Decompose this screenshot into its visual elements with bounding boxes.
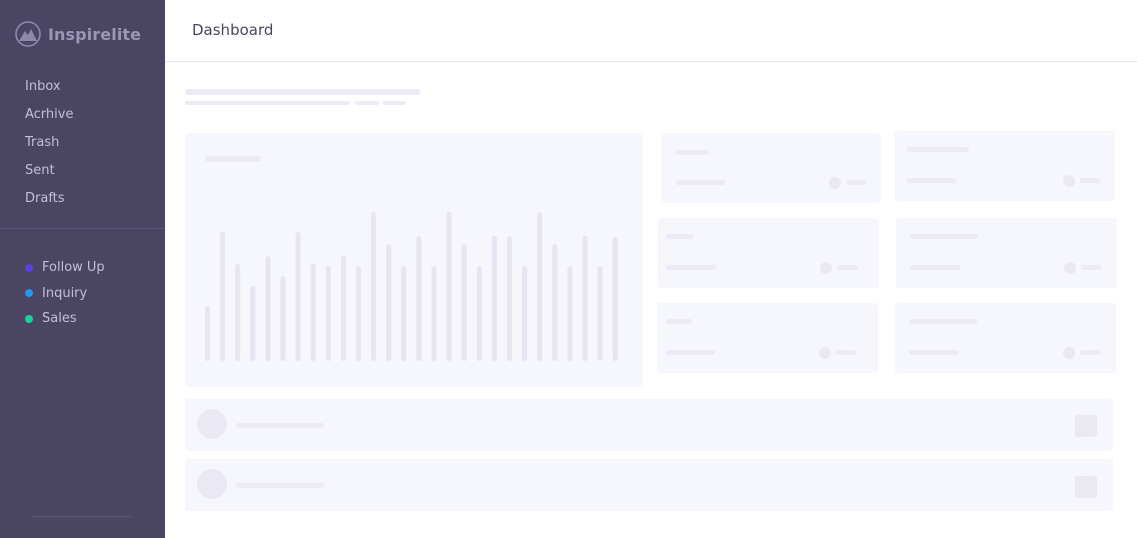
stat-placeholder-card (896, 218, 1117, 288)
label-follow-up[interactable]: Follow Up (25, 255, 105, 281)
skeleton-bar (431, 266, 437, 361)
skeleton-line (666, 265, 716, 270)
skeleton-line (676, 180, 725, 185)
skeleton-dot (1063, 175, 1075, 187)
skeleton-subtitle (185, 101, 350, 105)
skeleton-bar (401, 266, 407, 361)
skeleton-dot (1064, 262, 1076, 274)
label-inquiry[interactable]: Inquiry (25, 281, 105, 307)
skeleton-line (910, 265, 960, 270)
stat-placeholder-card (661, 133, 881, 203)
skeleton-line (1081, 265, 1101, 270)
stat-placeholder-card (658, 218, 879, 288)
chart-placeholder-card (185, 133, 643, 387)
sidebar-item-trash[interactable]: Trash (25, 133, 73, 161)
sidebar-item-archive[interactable]: Acrhive (25, 105, 73, 133)
label-dot-icon (25, 314, 33, 323)
skeleton-line (909, 319, 977, 324)
app: Inspirelite Inbox Acrhive Trash Sent Dra… (0, 0, 1137, 538)
skeleton-bar (295, 232, 301, 361)
skeleton-line (907, 178, 956, 183)
skeleton-bar (325, 266, 331, 361)
skeleton-bar (597, 266, 603, 361)
header: Dashboard (165, 0, 1137, 62)
label-sales[interactable]: Sales (25, 306, 105, 332)
skeleton-bar (235, 264, 241, 361)
skeleton-line (846, 180, 866, 185)
mountain-logo-icon (15, 21, 41, 47)
skeleton-bar (340, 256, 346, 361)
skeleton-bar (612, 237, 618, 361)
skeleton-bars (205, 212, 618, 361)
skeleton-line (236, 483, 324, 488)
skeleton-bar (537, 212, 543, 361)
skeleton-bar (310, 264, 316, 361)
skeleton-bar (220, 232, 226, 361)
sidebar-item-sent[interactable]: Sent (25, 161, 73, 189)
skeleton-dot (820, 262, 832, 274)
sidebar: Inspirelite Inbox Acrhive Trash Sent Dra… (0, 0, 165, 538)
stat-placeholder-card (657, 303, 878, 373)
sidebar-item-inbox[interactable]: Inbox (25, 77, 73, 105)
skeleton-bar (582, 236, 588, 361)
skeleton-bar (522, 266, 528, 361)
skeleton-line (236, 423, 324, 428)
sidebar-footer-line (31, 516, 131, 517)
page-title: Dashboard (192, 21, 274, 39)
skeleton-bar (552, 244, 558, 361)
skeleton-dot (819, 347, 831, 359)
skeleton-bar (356, 266, 361, 361)
skeleton-line (909, 350, 959, 355)
brand[interactable]: Inspirelite (15, 20, 141, 48)
skeleton-subtitle (383, 101, 406, 105)
sidebar-nav: Inbox Acrhive Trash Sent Drafts (25, 77, 73, 217)
stat-placeholder-card (894, 131, 1115, 201)
skeleton-bar (386, 244, 392, 361)
skeleton-line (836, 350, 856, 355)
skeleton-line (666, 319, 692, 324)
skeleton-line (666, 234, 693, 239)
row-action-button[interactable] (1075, 476, 1097, 498)
skeleton-line (1080, 350, 1100, 355)
skeleton-line (910, 234, 978, 239)
skeleton-bar (491, 236, 497, 361)
skeleton-bar (205, 306, 210, 361)
label-dot-icon (25, 289, 33, 298)
avatar (197, 409, 227, 439)
skeleton-line (837, 265, 858, 270)
skeleton-title (185, 89, 420, 95)
label-dot-icon (25, 263, 33, 272)
label-text: Sales (42, 311, 77, 327)
list-item-placeholder (185, 459, 1113, 511)
sidebar-item-drafts[interactable]: Drafts (25, 189, 73, 217)
skeleton-dot (1063, 347, 1075, 359)
avatar (197, 469, 227, 499)
stat-placeholder-card (895, 303, 1116, 373)
skeleton-bar (461, 244, 467, 361)
skeleton-bar (250, 286, 256, 361)
sidebar-labels: Follow Up Inquiry Sales (25, 255, 105, 332)
skeleton-bar (567, 266, 573, 361)
skeleton-bar (265, 256, 271, 361)
skeleton-line (1080, 178, 1100, 183)
skeleton-bar (476, 266, 482, 361)
skeleton-dot (829, 177, 841, 189)
skeleton-bar (507, 236, 512, 361)
brand-name: Inspirelite (48, 24, 142, 44)
skeleton-subtitle (355, 101, 379, 105)
skeleton-bar (280, 276, 286, 361)
list-item-placeholder (185, 399, 1113, 451)
skeleton-bar (416, 236, 422, 361)
skeleton-line (676, 150, 708, 155)
skeleton-line (907, 147, 969, 152)
label-text: Follow Up (42, 260, 105, 276)
sidebar-divider (0, 228, 165, 229)
skeleton-bar (446, 212, 452, 361)
row-action-button[interactable] (1075, 415, 1097, 437)
skeleton-line (666, 350, 715, 355)
label-text: Inquiry (42, 285, 88, 301)
skeleton-bar (371, 212, 377, 361)
